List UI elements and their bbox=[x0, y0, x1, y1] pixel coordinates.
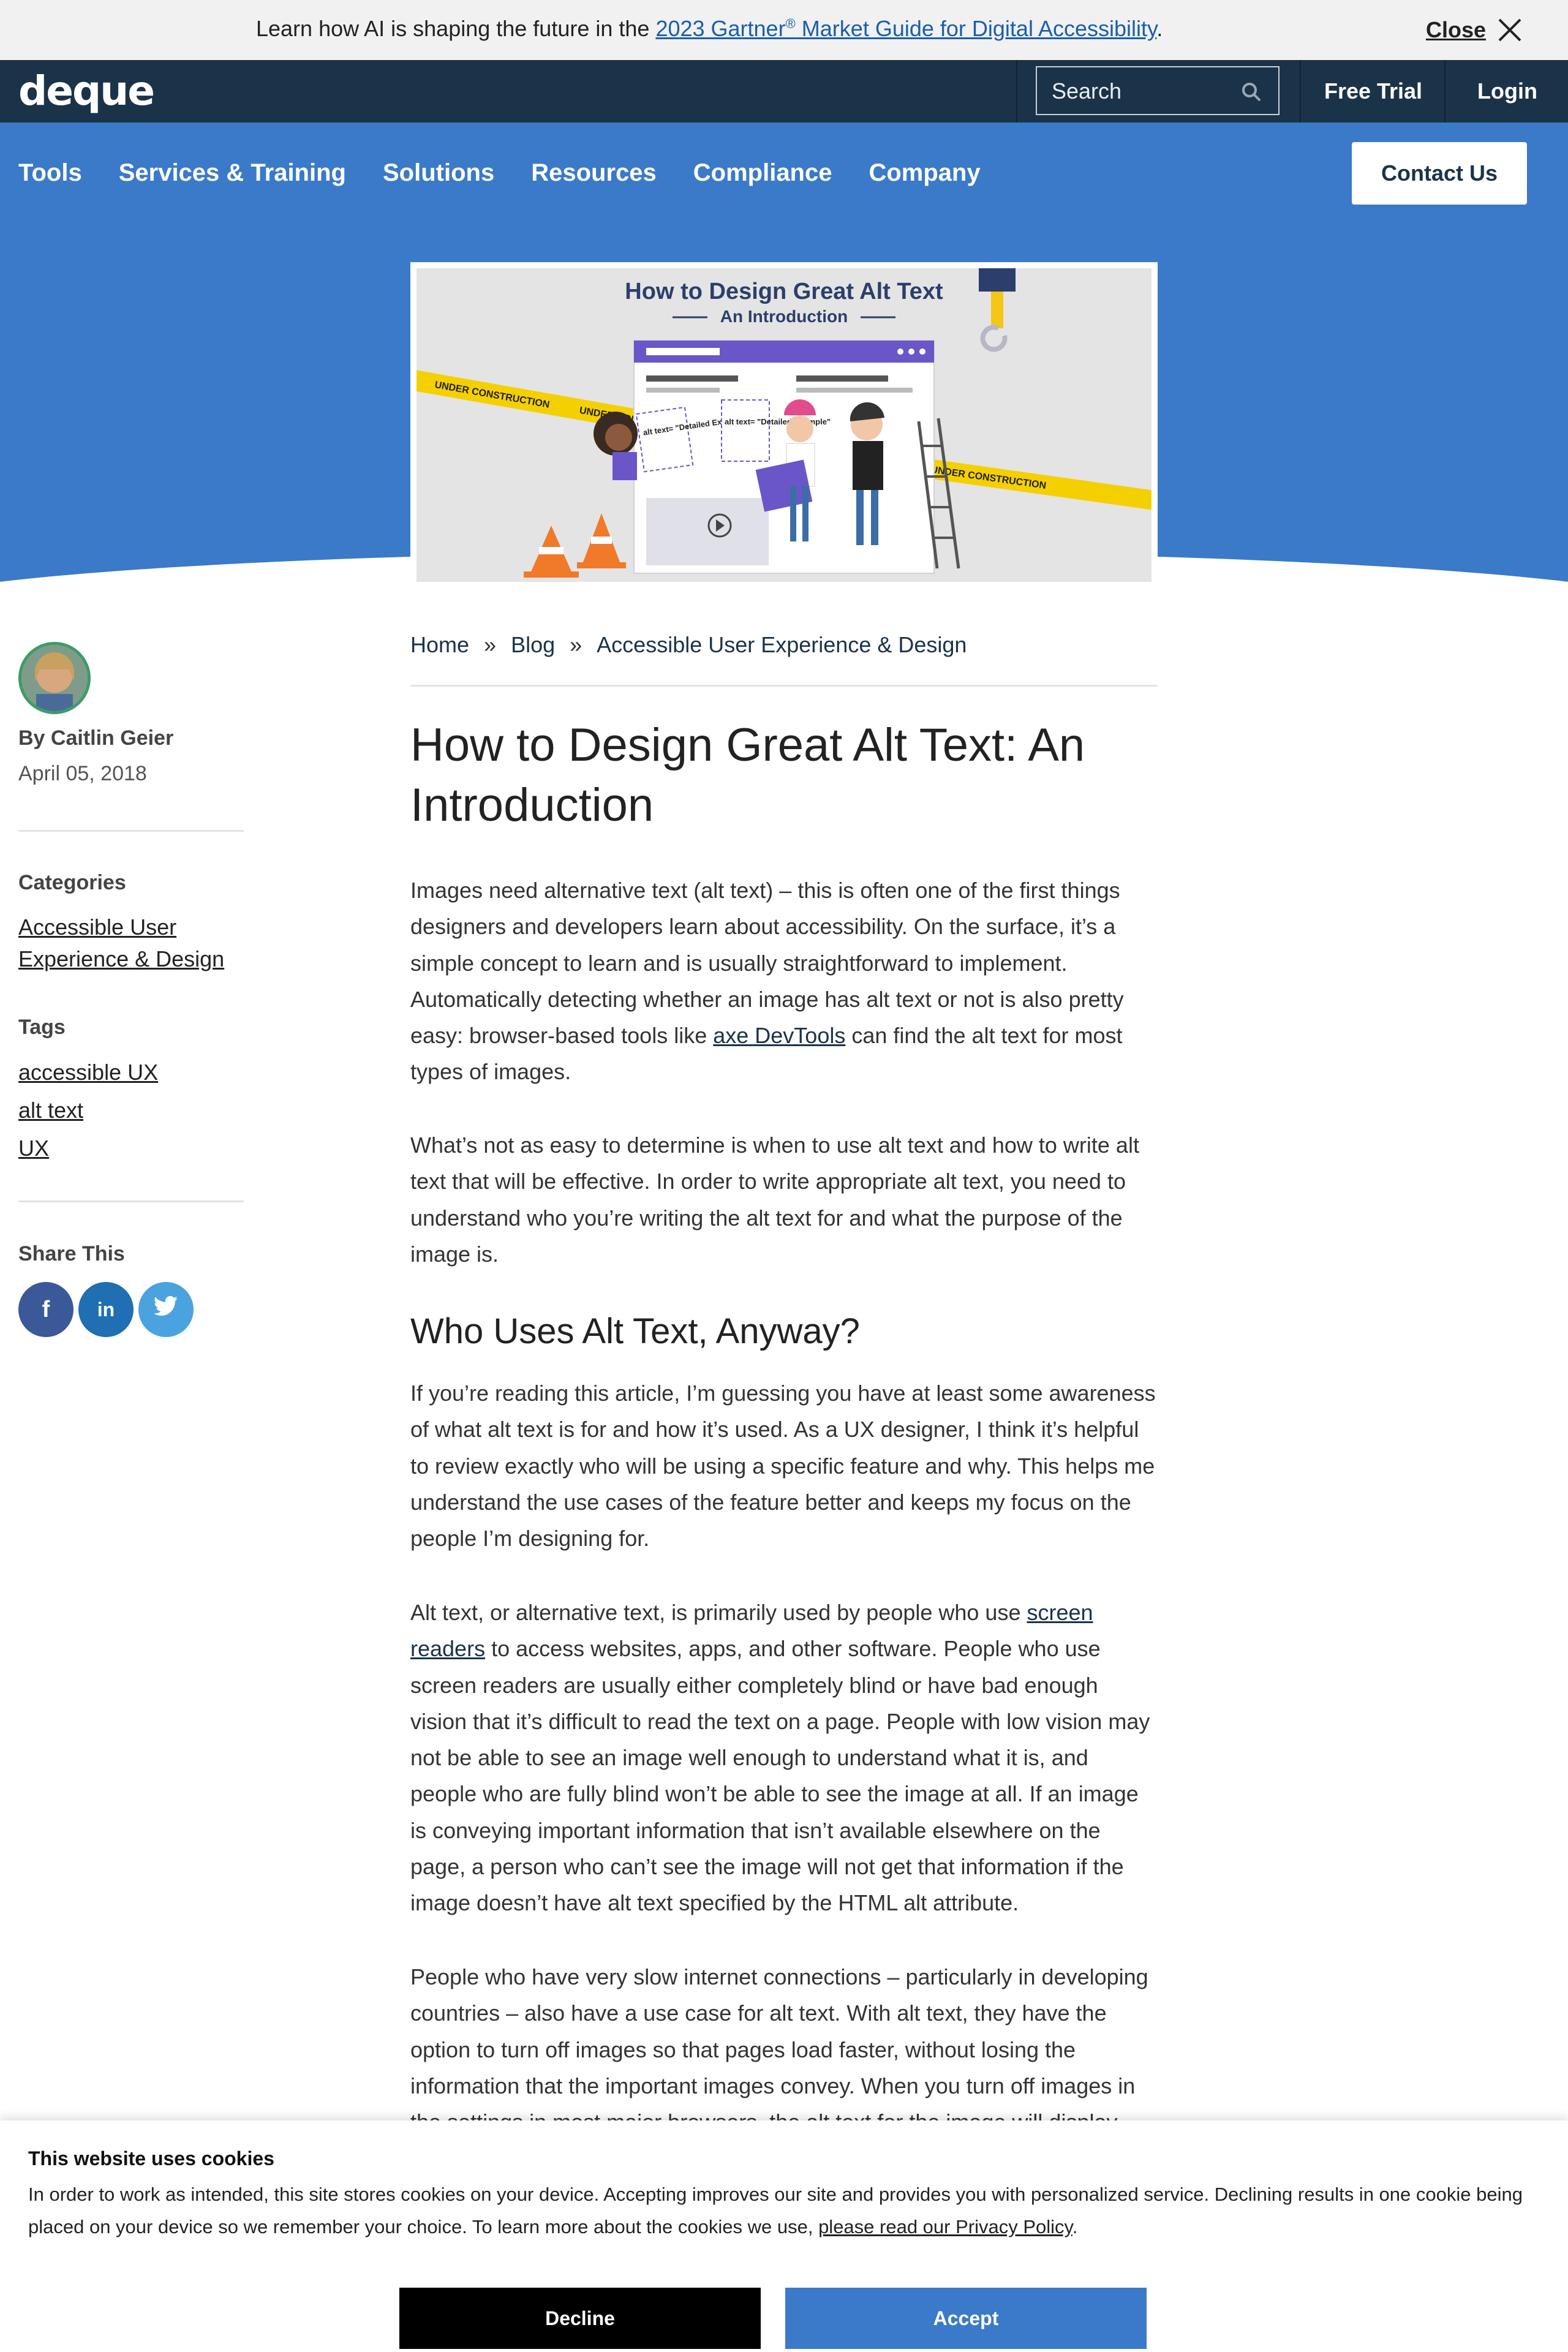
registered-mark: ® bbox=[785, 16, 796, 31]
category-line-2: Experience & Design bbox=[18, 946, 225, 971]
tag-accessible-ux[interactable]: accessible UX bbox=[18, 1057, 158, 1088]
cookie-text: In order to work as intended, this site … bbox=[28, 2178, 1535, 2243]
search-box bbox=[1036, 66, 1280, 115]
share-heading: Share This bbox=[18, 1242, 125, 1265]
illustration-title: How to Design Great Alt Text bbox=[625, 279, 943, 304]
cookie-title: This website uses cookies bbox=[28, 2147, 274, 2169]
breadcrumb-divider bbox=[410, 685, 1158, 687]
publish-date: April 05, 2018 bbox=[18, 762, 147, 785]
announcement-link-text: 2023 Gartner bbox=[655, 16, 786, 41]
announcement-text: Learn how AI is shaping the future in th… bbox=[256, 16, 1163, 42]
deque-logo[interactable]: deque bbox=[18, 67, 155, 115]
nav-item-services-training[interactable]: Services & Training bbox=[119, 159, 346, 187]
sign-text-2: alt text= "Detailed Example" bbox=[725, 417, 831, 426]
sidebar-divider-2 bbox=[18, 1200, 244, 1202]
search-area bbox=[1016, 60, 1301, 123]
article-paragraph-2: What’s not as easy to determine is when … bbox=[410, 1133, 1139, 1267]
facebook-icon: f bbox=[42, 1296, 50, 1322]
contact-us-button[interactable]: Contact Us bbox=[1352, 142, 1527, 205]
search-icon[interactable] bbox=[1240, 81, 1262, 106]
free-trial-link[interactable]: Free Trial bbox=[1300, 60, 1446, 123]
page-title: How to Design Great Alt Text: An Introdu… bbox=[410, 719, 1085, 831]
cookie-banner: This website uses cookies In order to wo… bbox=[0, 2120, 1568, 2352]
twitter-icon bbox=[153, 1296, 178, 1323]
tag-alt-text[interactable]: alt text bbox=[18, 1095, 83, 1126]
nav-item-tools[interactable]: Tools bbox=[18, 159, 82, 187]
nav-item-compliance[interactable]: Compliance bbox=[693, 159, 832, 187]
nav-item-company[interactable]: Company bbox=[869, 159, 980, 187]
twitter-share-button[interactable] bbox=[138, 1282, 194, 1337]
paragraph-text: Alt text, or alternative text, is primar… bbox=[410, 1600, 1027, 1625]
search-input[interactable] bbox=[1052, 78, 1235, 104]
category-link[interactable]: Accessible User Experience & Design bbox=[18, 911, 224, 975]
breadcrumb-category[interactable]: Accessible User Experience & Design bbox=[597, 632, 967, 658]
section-heading: Who Uses Alt Text, Anyway? bbox=[410, 1311, 860, 1351]
article-paragraph-3: If you’re reading this article, I’m gues… bbox=[410, 1381, 1156, 1551]
article-paragraph-5: People who have very slow internet conne… bbox=[410, 1964, 1148, 2135]
featured-image: How to Design Great Alt Text An Introduc… bbox=[410, 262, 1158, 588]
close-label: Close bbox=[1425, 17, 1486, 42]
announcement-link-suffix: Market Guide for Digital Accessibility bbox=[795, 16, 1157, 41]
tags-heading: Tags bbox=[18, 1016, 66, 1039]
illustration-subtitle: An Introduction bbox=[720, 307, 848, 326]
tag-ux[interactable]: UX bbox=[18, 1133, 49, 1164]
cookie-end: . bbox=[1072, 2216, 1078, 2237]
decline-button[interactable]: Decline bbox=[399, 2288, 761, 2349]
paragraph-text: to access websites, apps, and other soft… bbox=[410, 1636, 1150, 1916]
facebook-share-button[interactable]: f bbox=[18, 1282, 74, 1337]
category-line-1: Accessible User bbox=[18, 914, 177, 940]
article-paragraph-1: Images need alternative text (alt text) … bbox=[410, 872, 1158, 1090]
main-nav: Tools Services & Training Solutions Reso… bbox=[18, 159, 981, 187]
author-avatar bbox=[18, 642, 91, 714]
article-paragraph-4: Alt text, or alternative text, is primar… bbox=[410, 1594, 1158, 1921]
top-bar: deque Free Trial Login bbox=[0, 60, 1568, 123]
accept-button[interactable]: Accept bbox=[785, 2288, 1147, 2349]
close-icon bbox=[1497, 17, 1523, 43]
breadcrumb-separator: » bbox=[570, 632, 582, 657]
linkedin-share-button[interactable]: in bbox=[78, 1282, 134, 1337]
categories-heading: Categories bbox=[18, 871, 126, 894]
author-name: By Caitlin Geier bbox=[18, 726, 174, 750]
nav-item-resources[interactable]: Resources bbox=[531, 159, 657, 187]
breadcrumb: Home » Blog » Accessible User Experience… bbox=[410, 632, 967, 658]
privacy-policy-link[interactable]: please read our Privacy Policy bbox=[818, 2216, 1072, 2237]
announcement-link[interactable]: 2023 Gartner® Market Guide for Digital A… bbox=[655, 16, 1156, 41]
announcement-bar: Learn how AI is shaping the future in th… bbox=[0, 0, 1568, 60]
cookie-body: In order to work as intended, this site … bbox=[28, 2184, 1523, 2237]
sidebar-divider bbox=[18, 830, 244, 832]
announcement-end: . bbox=[1156, 16, 1163, 41]
breadcrumb-blog[interactable]: Blog bbox=[511, 632, 555, 658]
close-announcement-button[interactable]: Close bbox=[1426, 12, 1523, 48]
linkedin-icon: in bbox=[97, 1298, 115, 1321]
breadcrumb-separator: » bbox=[484, 632, 497, 657]
nav-item-solutions[interactable]: Solutions bbox=[383, 159, 494, 187]
featured-illustration: How to Design Great Alt Text An Introduc… bbox=[417, 268, 1152, 582]
announcement-prefix: Learn how AI is shaping the future in th… bbox=[256, 16, 656, 41]
breadcrumb-home[interactable]: Home bbox=[410, 632, 469, 658]
axe-devtools-link[interactable]: axe DevTools bbox=[713, 1023, 845, 1048]
login-link[interactable]: Login bbox=[1444, 60, 1568, 123]
